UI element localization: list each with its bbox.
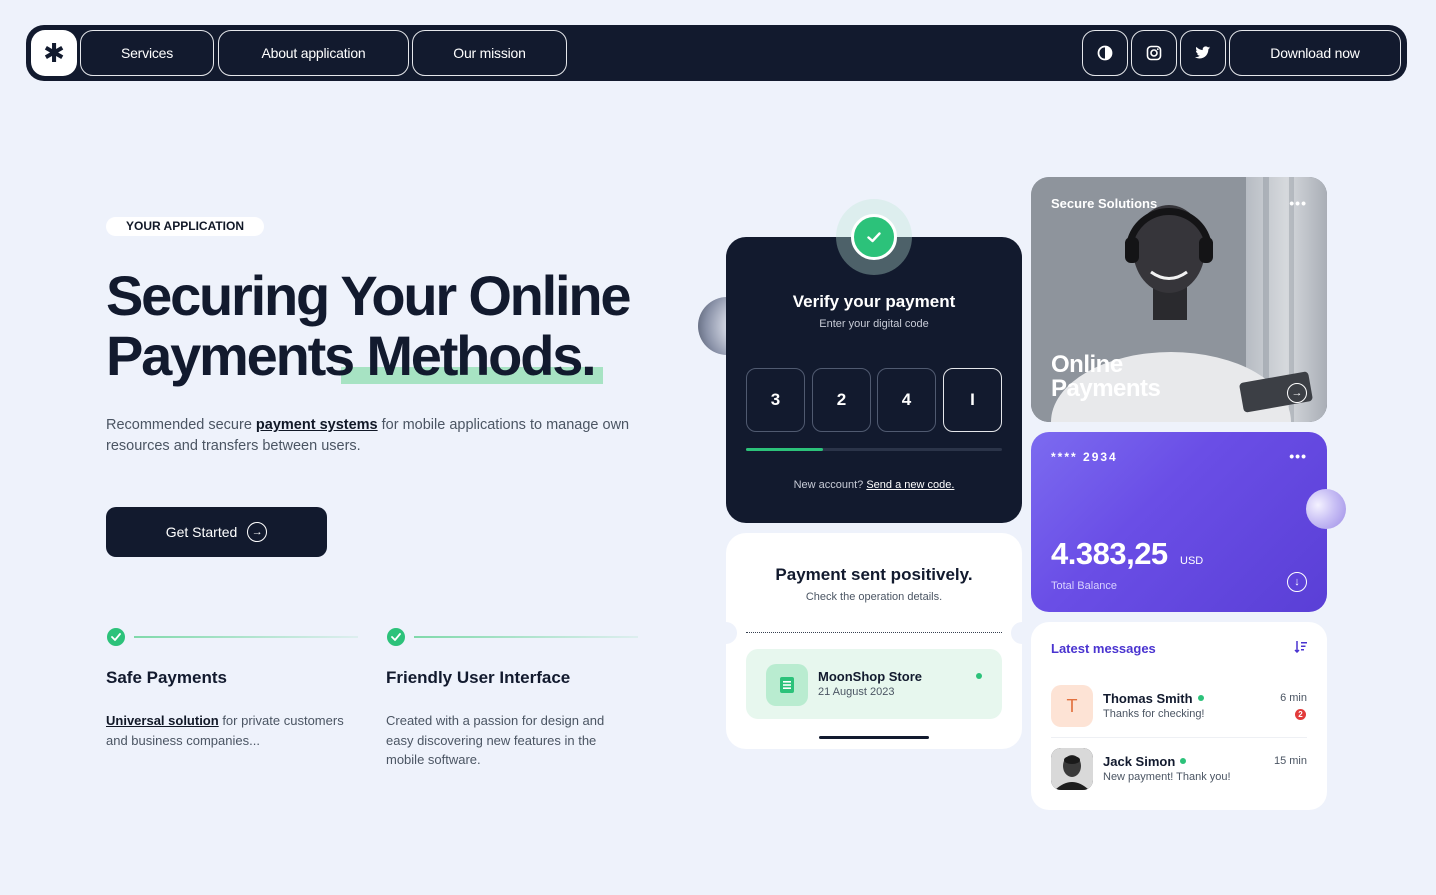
universal-solution-link[interactable]: Universal solution xyxy=(106,713,219,728)
sort-icon[interactable] xyxy=(1294,640,1307,656)
arrow-right-circle-icon[interactable]: → xyxy=(1287,383,1307,403)
card-number: **** 2934 xyxy=(1051,450,1118,464)
receipt-card-bottom: MoonShop Store 21 August 2023 xyxy=(726,633,1022,749)
get-started-button[interactable]: Get Started → xyxy=(106,507,327,557)
receipt-notch xyxy=(1011,622,1033,644)
latest-messages-panel: Latest messages T Thomas Smith Thanks fo… xyxy=(1031,622,1327,810)
messages-title: Latest messages xyxy=(1051,641,1156,656)
section-badge: YOUR APPLICATION xyxy=(106,217,265,236)
payment-systems-link[interactable]: payment systems xyxy=(256,417,378,433)
message-preview: New payment! Thank you! xyxy=(1103,771,1231,783)
receipt-document-icon xyxy=(766,664,808,706)
verify-payment-card: Verify your payment Enter your digital c… xyxy=(726,237,1022,523)
receipt-subtitle: Check the operation details. xyxy=(805,591,943,603)
avatar[interactable]: T xyxy=(1051,685,1093,727)
home-indicator xyxy=(819,736,929,739)
more-options-icon[interactable]: ••• xyxy=(1289,195,1307,211)
nav-mission-link[interactable]: Our mission xyxy=(412,30,567,76)
balance-currency: USD xyxy=(1180,555,1204,567)
send-new-code-link[interactable]: Send a new code. xyxy=(866,479,954,491)
online-dot xyxy=(1197,694,1204,701)
message-preview: Thanks for checking! xyxy=(1103,708,1205,720)
code-digit-input-active[interactable]: I xyxy=(943,368,1002,432)
receipt-notch xyxy=(715,622,737,644)
message-sender[interactable]: Jack Simon xyxy=(1103,754,1187,769)
receipt-card-top: Payment sent positively. Check the opera… xyxy=(726,533,1022,633)
feature-title: Safe Payments xyxy=(106,668,227,687)
hero-title-line1: Securing Your Online xyxy=(106,264,632,327)
more-options-icon[interactable]: ••• xyxy=(1289,448,1307,464)
avatar[interactable] xyxy=(1051,748,1093,790)
check-icon xyxy=(107,628,125,646)
verify-title: Verify your payment xyxy=(792,292,956,311)
twitter-icon[interactable] xyxy=(1180,30,1226,76)
check-icon xyxy=(387,628,405,646)
balance-card[interactable]: **** 2934 ••• 4.383,25 USD Total Balance… xyxy=(1031,432,1327,612)
check-circle-icon xyxy=(851,214,897,260)
feature-divider xyxy=(134,636,358,638)
nav-services-link[interactable]: Services xyxy=(80,30,214,76)
code-digit-input[interactable]: 4 xyxy=(877,368,936,432)
balance-label: Total Balance xyxy=(1051,580,1118,592)
arrow-right-circle-icon: → xyxy=(247,522,268,542)
balance-amount: 4.383,25 xyxy=(1051,536,1168,571)
message-sender[interactable]: Thomas Smith xyxy=(1103,691,1204,706)
verify-footer: New account? Send a new code. xyxy=(793,479,955,491)
status-dot xyxy=(976,673,982,679)
nav-about-link[interactable]: About application xyxy=(218,30,409,76)
feature-divider xyxy=(414,636,638,638)
code-digit-input[interactable]: 3 xyxy=(746,368,805,432)
unread-badge: 2 xyxy=(1295,709,1306,720)
hero-title: Securing Your Online Payments Methods. xyxy=(106,264,632,387)
feature-description: Created with a passion for design and ea… xyxy=(386,713,605,767)
decorative-orb xyxy=(1306,489,1346,529)
store-name: MoonShop Store xyxy=(818,669,922,684)
code-digit-input[interactable]: 2 xyxy=(812,368,871,432)
store-date: 21 August 2023 xyxy=(818,686,895,698)
arrow-down-circle-icon[interactable]: ↓ xyxy=(1287,572,1307,592)
receipt-divider xyxy=(746,632,1002,633)
verified-badge xyxy=(836,199,912,275)
feature-title: Friendly User Interface xyxy=(386,668,571,687)
card-label: Secure Solutions xyxy=(1051,196,1158,211)
verify-subtitle: Enter your digital code xyxy=(819,318,929,330)
logo-asterisk-icon[interactable]: ✱ xyxy=(31,30,77,76)
message-time: 6 min xyxy=(1280,692,1307,704)
theme-toggle-icon[interactable] xyxy=(1082,30,1128,76)
verify-progress-bar xyxy=(746,448,1002,451)
top-nav: ✱ Services About application Our mission… xyxy=(26,25,1407,81)
card-title: Online Payments xyxy=(1051,351,1161,402)
hero-description: Recommended secure payment systems for m… xyxy=(106,417,630,454)
hero-title-line2: Payments Methods. xyxy=(106,324,597,387)
verify-progress-fill xyxy=(746,448,823,451)
divider xyxy=(1051,737,1307,738)
instagram-icon[interactable] xyxy=(1131,30,1177,76)
download-now-button[interactable]: Download now xyxy=(1229,30,1401,76)
online-dot xyxy=(1180,757,1187,764)
message-time: 15 min xyxy=(1273,755,1307,767)
feature-description: Universal solution for private customers… xyxy=(106,713,344,748)
online-payments-card[interactable]: Secure Solutions ••• Online Payments → xyxy=(1031,177,1327,422)
store-transaction[interactable]: MoonShop Store 21 August 2023 xyxy=(746,649,1002,719)
receipt-title: Payment sent positively. xyxy=(775,565,973,584)
